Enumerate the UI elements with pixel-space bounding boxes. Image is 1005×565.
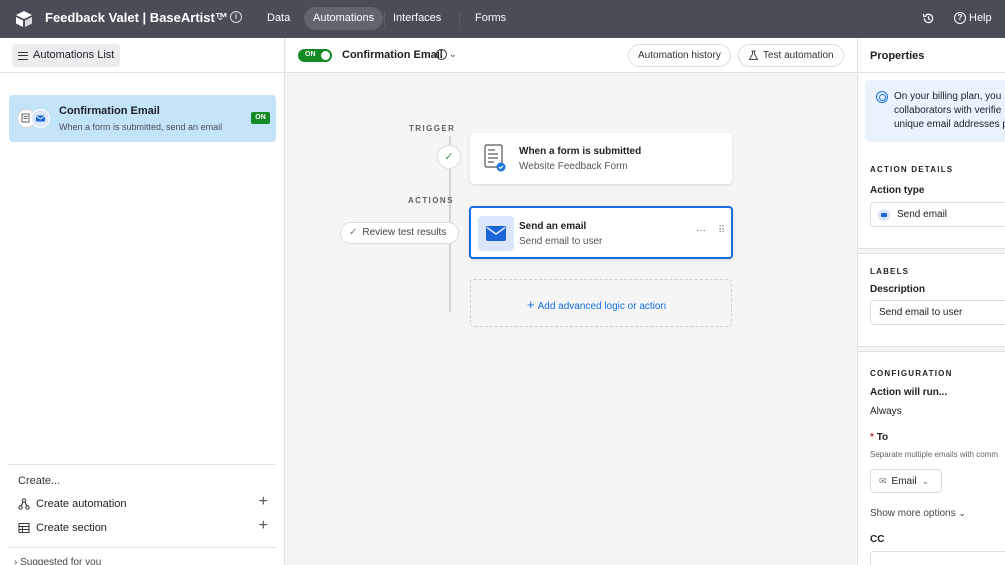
toggle-label: ON [305, 51, 316, 58]
tab-interfaces[interactable]: Interfaces [384, 7, 450, 30]
review-test-results-button[interactable]: ✓ Review test results [340, 222, 459, 244]
properties-panel: Properties On your billing plan, you col… [857, 38, 1005, 565]
create-label: Create... [18, 475, 61, 487]
automation-toolbar: ON Confirmation Email i ⌄ Automation his… [286, 38, 857, 73]
plus-icon[interactable]: + [259, 517, 268, 535]
email-icon [31, 109, 50, 128]
trigger-title: When a form is submitted [519, 146, 642, 157]
info-icon[interactable]: i [436, 49, 447, 60]
labels-heading: LABELS [870, 267, 910, 276]
action-type-select[interactable]: Send email [870, 202, 1005, 227]
tab-forms[interactable]: Forms [466, 7, 515, 30]
check-icon: ✓ [349, 227, 358, 238]
automation-icon [18, 498, 30, 510]
info-text: unique email addresses p [894, 119, 1005, 130]
to-hint: Separate multiple emails with comm [870, 450, 999, 459]
cc-label: CC [870, 534, 885, 545]
add-action-label: + Add advanced logic or action [527, 297, 667, 312]
email-icon [878, 209, 890, 221]
billing-info-banner: On your billing plan, you collaborators … [865, 80, 1005, 142]
automation-title[interactable]: Confirmation Email [342, 49, 443, 61]
show-more-options-link[interactable]: Show more options ⌄ [870, 508, 966, 519]
sidebar-header: Automations List [0, 38, 285, 73]
info-text: collaborators with verifie [894, 105, 1002, 116]
description-value: Send email to user [879, 307, 963, 318]
suggested-label: Suggested for you [20, 557, 102, 565]
history-icon[interactable] [922, 12, 935, 25]
automations-list-button[interactable]: Automations List [12, 44, 121, 67]
actions-label: ACTIONS [408, 196, 454, 205]
chevron-down-icon[interactable]: ⌄ [216, 12, 224, 23]
chevron-down-icon[interactable]: ⌄ [449, 49, 457, 60]
test-automation-label: Test automation [763, 50, 834, 61]
app-logo-icon[interactable] [14, 10, 34, 28]
email-field-chip[interactable]: ✉ Email ⌄ [870, 469, 942, 493]
trigger-card[interactable]: When a form is submitted Website Feedbac… [470, 133, 732, 184]
automations-list-label: Automations List [33, 49, 115, 61]
action-type-label: Action type [870, 185, 925, 196]
configuration-heading: CONFIGURATION [870, 369, 953, 378]
section-divider [858, 346, 1005, 352]
tab-data[interactable]: Data [258, 7, 299, 30]
section-divider [858, 248, 1005, 254]
action-will-run-value: Always [870, 406, 902, 417]
top-bar: Feedback Valet | BaseArtist™ ⌄ i Data Au… [0, 0, 1005, 38]
automation-history-button[interactable]: Automation history [628, 44, 731, 67]
trigger-label: TRIGGER [409, 124, 456, 133]
nav-divider [459, 12, 460, 26]
app-title[interactable]: Feedback Valet | BaseArtist™ [45, 10, 228, 25]
flask-icon [748, 50, 759, 60]
section-icon [18, 523, 30, 533]
menu-icon [18, 51, 28, 60]
toggle-knob [321, 51, 330, 60]
plus-icon: + [527, 297, 535, 312]
check-icon: ✓ [437, 145, 461, 169]
test-automation-button[interactable]: Test automation [738, 44, 844, 67]
add-action-button[interactable]: + Add advanced logic or action [470, 279, 732, 327]
automation-toggle[interactable]: ON [298, 49, 332, 62]
action-title: Send an email [519, 221, 587, 232]
envelope-icon: ✉ [879, 476, 887, 486]
help-icon[interactable]: ? [954, 12, 966, 24]
automation-description: When a form is submitted, send an email [59, 122, 223, 132]
review-test-results-label: Review test results [362, 227, 447, 238]
email-chip-label: Email [891, 476, 917, 487]
properties-title: Properties [870, 50, 925, 62]
create-section-label: Create section [36, 522, 107, 534]
suggested-for-you-toggle[interactable]: › Suggested for you [14, 557, 101, 565]
trigger-subtitle: Website Feedback Form [519, 161, 628, 172]
divider [8, 547, 276, 548]
chevron-down-icon: ⌄ [921, 476, 930, 486]
status-badge: ON [251, 112, 270, 124]
description-input[interactable]: Send email to user [870, 300, 1005, 325]
more-options-icon[interactable]: ··· [696, 225, 706, 236]
email-icon [478, 216, 514, 251]
divider [8, 464, 276, 465]
action-type-value: Send email [897, 209, 948, 220]
action-details-heading: ACTION DETAILS [870, 165, 954, 174]
create-section-button[interactable]: Create section + [18, 517, 268, 537]
description-label: Description [870, 284, 926, 295]
form-document-icon [484, 144, 506, 172]
create-automation-label: Create automation [36, 498, 127, 510]
action-will-run-label: Action will run... [870, 387, 948, 398]
automation-name: Confirmation Email [59, 105, 160, 117]
drag-handle-icon[interactable]: ⠿ [718, 225, 725, 236]
action-card[interactable]: Send an email Send email to user ··· ⠿ [469, 206, 733, 259]
tab-automations[interactable]: Automations [304, 7, 384, 30]
chevron-down-icon: ⌄ [958, 508, 966, 518]
plus-icon[interactable]: + [259, 493, 268, 511]
cc-input[interactable] [870, 551, 1005, 565]
automations-sidebar: Automations List Confirmation Email When… [0, 38, 285, 565]
action-subtitle: Send email to user [519, 236, 603, 247]
automation-list-item[interactable]: Confirmation Email When a form is submit… [9, 95, 276, 142]
to-label: * To [870, 432, 889, 443]
info-text: On your billing plan, you [894, 91, 1002, 102]
chevron-right-icon: › [14, 557, 18, 565]
help-link[interactable]: Help [969, 12, 992, 24]
info-icon[interactable]: i [230, 11, 242, 23]
create-automation-button[interactable]: Create automation + [18, 493, 268, 513]
properties-header: Properties [858, 38, 1005, 73]
info-icon [876, 91, 888, 103]
